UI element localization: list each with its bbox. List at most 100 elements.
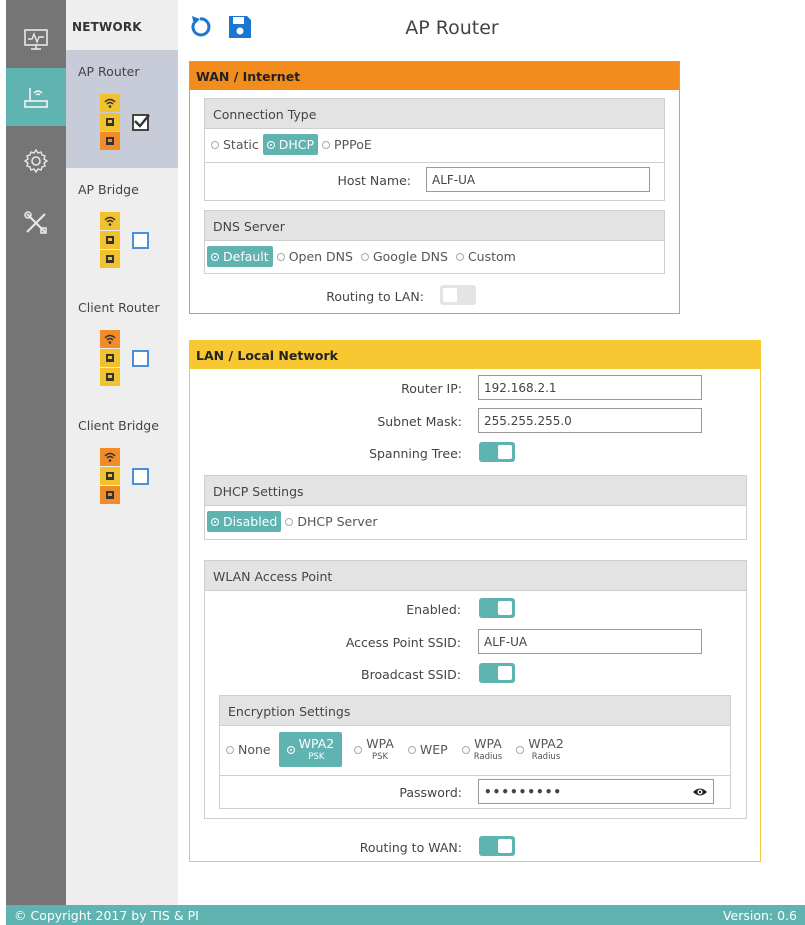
connection-type-radios: Static DHCP PPPoE — [207, 134, 376, 155]
app-root: NETWORK AP Router AP Bridge Client Route… — [0, 0, 805, 925]
subnet-mask-input[interactable]: 255.255.255.0 — [478, 408, 702, 433]
device-stack-icon — [100, 94, 120, 151]
radio-enc-wpa2-radius[interactable]: WPA2 Radius — [512, 735, 568, 764]
subnet-mask-label: Subnet Mask: — [377, 414, 462, 429]
dhcp-settings-panel: DHCP Settings Disabled DHCP Server — [204, 475, 747, 540]
host-name-label: Host Name: — [337, 173, 411, 188]
mode-client-bridge[interactable]: Client Bridge — [66, 404, 178, 522]
radio-static[interactable]: Static — [207, 134, 263, 155]
broadcast-ssid-toggle[interactable] — [479, 663, 515, 683]
version-text: Version: 0.6 — [722, 908, 797, 923]
mode-label: AP Bridge — [78, 182, 139, 197]
mode-checkbox[interactable] — [132, 114, 150, 131]
radio-dns-default[interactable]: Default — [207, 246, 273, 267]
radio-dhcp-server[interactable]: DHCP Server — [281, 511, 381, 532]
dhcp-settings-title: DHCP Settings — [205, 476, 746, 506]
mode-client-router[interactable]: Client Router — [66, 286, 178, 404]
icon-rail — [6, 0, 66, 905]
ethernet-icon — [100, 486, 120, 504]
radio-enc-wep[interactable]: WEP — [404, 739, 452, 760]
monitor-icon — [24, 29, 48, 50]
mode-ap-router[interactable]: AP Router — [66, 50, 178, 168]
footer: © Copyright 2017 by TIS & PI Version: 0.… — [6, 905, 805, 925]
network-mode-column: NETWORK AP Router AP Bridge Client Route… — [66, 0, 178, 905]
header: AP Router — [178, 0, 805, 58]
device-stack-icon — [100, 330, 120, 387]
dhcp-radios: Disabled DHCP Server — [207, 511, 382, 532]
radio-enc-wpa-radius[interactable]: WPA Radius — [458, 735, 507, 764]
radio-dhcp[interactable]: DHCP — [262, 134, 319, 155]
wan-card: WAN / Internet Connection Type Static DH… — [189, 61, 680, 314]
lan-card-title: LAN / Local Network — [190, 341, 760, 369]
routing-to-wan-toggle[interactable] — [479, 836, 515, 856]
mode-ap-bridge[interactable]: AP Bridge — [66, 168, 178, 286]
ssid-label: Access Point SSID: — [345, 635, 461, 650]
rail-settings[interactable] — [6, 132, 66, 190]
rail-status[interactable] — [6, 10, 66, 68]
mode-checkbox[interactable] — [132, 232, 149, 249]
wan-card-title: WAN / Internet — [190, 62, 679, 90]
host-name-input[interactable]: ALF-UA — [426, 167, 650, 192]
encryption-panel: Encryption Settings None WPA2 PSK WPA PSK … — [219, 695, 731, 809]
connection-type-title: Connection Type — [205, 99, 664, 129]
mode-label: AP Router — [78, 64, 140, 79]
tools-icon — [24, 211, 47, 234]
network-title: NETWORK — [72, 20, 142, 34]
broadcast-ssid-label: Broadcast SSID: — [361, 667, 461, 682]
password-label: Password: — [399, 785, 462, 800]
dns-server-panel: DNS Server Default Open DNS Google DNS C… — [204, 210, 665, 274]
mode-checkbox[interactable] — [132, 350, 149, 367]
wifi-icon — [100, 330, 120, 348]
radio-dns-google[interactable]: Google DNS — [357, 246, 452, 267]
router-ip-label: Router IP: — [401, 381, 462, 396]
radio-dns-custom[interactable]: Custom — [452, 246, 520, 267]
wifi-icon — [100, 448, 120, 466]
password-input[interactable]: ••••••••• — [478, 779, 714, 804]
rail-tools[interactable] — [6, 194, 66, 252]
spanning-tree-toggle[interactable] — [479, 442, 515, 462]
router-ip-input[interactable]: 192.168.2.1 — [478, 375, 702, 400]
wlan-enabled-toggle[interactable] — [479, 598, 515, 618]
connection-type-panel: Connection Type Static DHCP PPPoE Host N… — [204, 98, 665, 201]
copyright-text: © Copyright 2017 by TIS & PI — [14, 908, 199, 923]
device-stack-icon — [100, 212, 120, 269]
ethernet-icon — [100, 467, 120, 485]
encryption-radios: None WPA2 PSK WPA PSK WEP WPA Radius WPA2 Ra… — [222, 732, 568, 767]
radio-enc-wpa-psk[interactable]: WPA PSK — [350, 735, 398, 764]
router-icon — [24, 88, 48, 108]
radio-pppoe[interactable]: PPPoE — [318, 134, 376, 155]
radio-enc-none[interactable]: None — [222, 739, 275, 760]
wifi-icon — [100, 94, 120, 112]
mode-label: Client Bridge — [78, 418, 159, 433]
spanning-tree-label: Spanning Tree: — [369, 446, 462, 461]
radio-enc-wpa2-psk[interactable]: WPA2 PSK — [278, 732, 343, 767]
eye-icon[interactable] — [692, 784, 708, 798]
encryption-title: Encryption Settings — [220, 696, 730, 726]
device-stack-icon — [100, 448, 120, 505]
page-title: AP Router — [405, 17, 499, 39]
dns-server-title: DNS Server — [205, 211, 664, 241]
mode-checkbox[interactable] — [132, 468, 149, 485]
divider — [220, 775, 730, 776]
routing-to-wan-label: Routing to WAN: — [359, 840, 462, 855]
radio-dns-open[interactable]: Open DNS — [273, 246, 357, 267]
wlan-enabled-label: Enabled: — [406, 602, 461, 617]
checkmark-icon — [134, 114, 150, 128]
ethernet-icon — [100, 132, 120, 150]
radio-dhcp-disabled[interactable]: Disabled — [207, 511, 282, 532]
ethernet-icon — [100, 231, 120, 249]
routing-to-lan-label: Routing to LAN: — [326, 289, 424, 304]
ethernet-icon — [100, 368, 120, 386]
dns-radios: Default Open DNS Google DNS Custom — [207, 246, 520, 267]
routing-to-lan-toggle[interactable] — [440, 285, 476, 305]
ethernet-icon — [100, 349, 120, 367]
wifi-icon — [100, 212, 120, 230]
lan-card: LAN / Local Network Router IP: 192.168.2… — [189, 340, 761, 862]
wlan-panel: WLAN Access Point Enabled: Access Point … — [204, 560, 747, 819]
ssid-input[interactable]: ALF-UA — [478, 629, 702, 654]
mode-label: Client Router — [78, 300, 160, 315]
divider — [205, 162, 664, 163]
rail-network[interactable] — [6, 68, 66, 126]
gear-icon — [23, 148, 49, 174]
ethernet-icon — [100, 113, 120, 131]
